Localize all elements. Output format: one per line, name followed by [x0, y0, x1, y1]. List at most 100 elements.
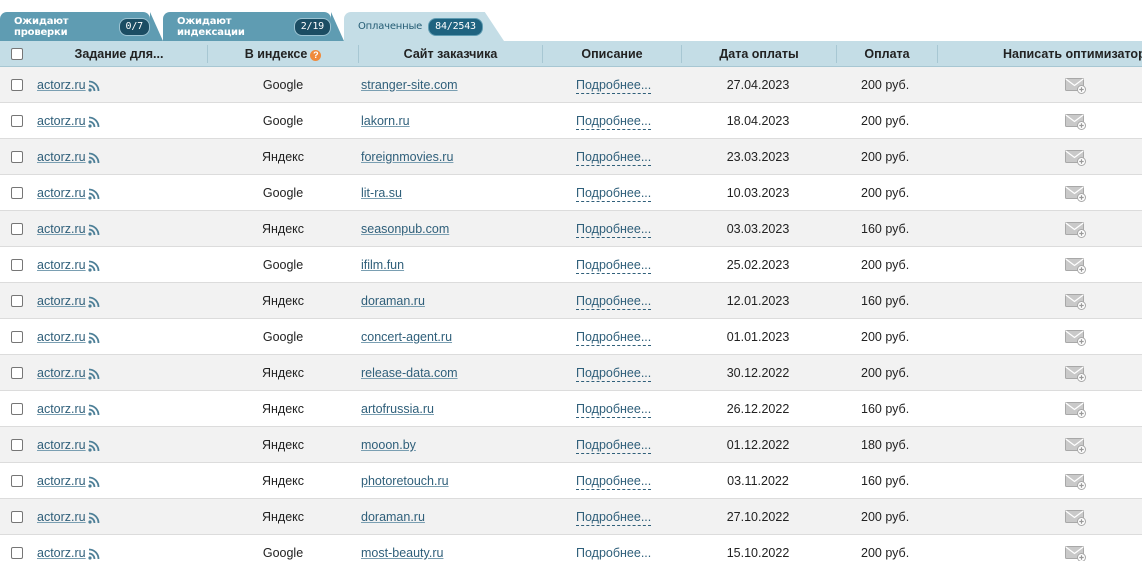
details-link[interactable]: Подробнее... — [576, 366, 652, 382]
rss-icon[interactable] — [88, 512, 101, 524]
rss-icon[interactable] — [88, 224, 101, 236]
row-checkbox[interactable] — [11, 151, 23, 163]
column-header-date[interactable]: Дата оплаты — [682, 41, 836, 67]
row-checkbox[interactable] — [11, 187, 23, 199]
help-icon[interactable]: ? — [310, 50, 322, 61]
mail-add-icon[interactable] — [1065, 402, 1087, 418]
row-checkbox[interactable] — [11, 511, 23, 523]
column-header-description[interactable]: Описание — [543, 41, 681, 67]
mail-add-icon[interactable] — [1065, 150, 1087, 166]
site-link[interactable]: doraman.ru — [361, 510, 425, 524]
rss-icon[interactable] — [88, 260, 101, 272]
task-link[interactable]: actorz.ru — [37, 294, 86, 308]
column-header-site[interactable]: Сайт заказчика — [359, 41, 542, 67]
details-link[interactable]: Подробнее... — [576, 78, 652, 94]
task-link[interactable]: actorz.ru — [37, 150, 86, 164]
mail-add-icon[interactable] — [1065, 186, 1087, 202]
row-checkbox[interactable] — [11, 367, 23, 379]
row-checkbox[interactable] — [11, 439, 23, 451]
mail-add-icon[interactable] — [1065, 438, 1087, 454]
site-link[interactable]: most-beauty.ru — [361, 546, 443, 560]
mail-add-icon[interactable] — [1065, 510, 1087, 526]
row-checkbox[interactable] — [11, 79, 23, 91]
details-link[interactable]: Подробнее... — [576, 294, 652, 310]
site-link[interactable]: lakorn.ru — [361, 114, 410, 128]
task-link[interactable]: actorz.ru — [37, 438, 86, 452]
select-all-checkbox[interactable] — [11, 48, 23, 60]
task-link[interactable]: actorz.ru — [37, 222, 86, 236]
mail-add-icon[interactable] — [1065, 474, 1087, 490]
mail-add-icon[interactable] — [1065, 258, 1087, 274]
details-link[interactable]: Подробнее... — [576, 330, 652, 346]
task-link[interactable]: actorz.ru — [37, 330, 86, 344]
rss-icon[interactable] — [88, 80, 101, 92]
rss-icon[interactable] — [88, 152, 101, 164]
task-link[interactable]: actorz.ru — [37, 474, 86, 488]
rss-icon[interactable] — [88, 116, 101, 128]
details-link[interactable]: Подробнее... — [576, 510, 652, 526]
details-link[interactable]: Подробнее... — [576, 114, 652, 130]
row-checkbox[interactable] — [11, 547, 23, 559]
rss-icon[interactable] — [88, 332, 101, 344]
row-checkbox[interactable] — [11, 115, 23, 127]
rss-icon[interactable] — [88, 188, 101, 200]
details-link[interactable]: Подробнее... — [576, 222, 652, 238]
date-cell: 30.12.2022 — [726, 366, 790, 380]
tab-paid[interactable]: Оплаченные 84/2543 — [344, 12, 504, 41]
rss-icon[interactable] — [88, 548, 101, 560]
site-link[interactable]: doraman.ru — [361, 294, 425, 308]
task-link[interactable]: actorz.ru — [37, 510, 86, 524]
task-link[interactable]: actorz.ru — [37, 114, 86, 128]
task-link[interactable]: actorz.ru — [37, 78, 86, 92]
table-header: Задание для... В индексе? Сайт заказчика… — [0, 41, 1142, 67]
details-link[interactable]: Подробнее... — [576, 546, 652, 561]
mail-add-icon[interactable] — [1065, 114, 1087, 130]
tab-awaiting-indexing[interactable]: Ожидают индексации 2/19 — [163, 12, 331, 41]
column-header-index[interactable]: В индексе? — [208, 41, 358, 67]
task-link[interactable]: actorz.ru — [37, 402, 86, 416]
column-header-payment[interactable]: Оплата — [837, 41, 937, 67]
mail-add-icon[interactable] — [1065, 546, 1087, 561]
row-checkbox[interactable] — [11, 475, 23, 487]
date-cell: 26.12.2022 — [726, 402, 790, 416]
rss-icon[interactable] — [88, 404, 101, 416]
row-checkbox[interactable] — [11, 259, 23, 271]
task-link[interactable]: actorz.ru — [37, 546, 86, 560]
details-link[interactable]: Подробнее... — [576, 186, 652, 202]
site-link[interactable]: foreignmovies.ru — [361, 150, 453, 164]
rss-icon[interactable] — [88, 440, 101, 452]
site-link[interactable]: stranger-site.com — [361, 78, 458, 92]
details-link[interactable]: Подробнее... — [576, 474, 652, 490]
rss-icon[interactable] — [88, 368, 101, 380]
details-link[interactable]: Подробнее... — [576, 258, 652, 274]
details-link[interactable]: Подробнее... — [576, 402, 652, 418]
task-link[interactable]: actorz.ru — [37, 366, 86, 380]
row-checkbox[interactable] — [11, 295, 23, 307]
mail-add-icon[interactable] — [1065, 78, 1087, 94]
mail-add-icon[interactable] — [1065, 294, 1087, 310]
site-link[interactable]: mooon.by — [361, 438, 416, 452]
tab-awaiting-review[interactable]: Ожидают проверки 0/7 — [0, 12, 150, 41]
site-link[interactable]: photoretouch.ru — [361, 474, 449, 488]
site-link[interactable]: lit-ra.su — [361, 186, 402, 200]
rss-icon[interactable] — [88, 476, 101, 488]
rss-icon[interactable] — [88, 296, 101, 308]
site-link[interactable]: release-data.com — [361, 366, 458, 380]
task-link[interactable]: actorz.ru — [37, 258, 86, 272]
row-checkbox[interactable] — [11, 223, 23, 235]
mail-add-icon[interactable] — [1065, 330, 1087, 346]
row-checkbox[interactable] — [11, 403, 23, 415]
site-link[interactable]: ifilm.fun — [361, 258, 404, 272]
task-cell: actorz.ru — [37, 283, 86, 319]
row-checkbox[interactable] — [11, 331, 23, 343]
column-header-task[interactable]: Задание для... — [30, 41, 208, 67]
details-link[interactable]: Подробнее... — [576, 438, 652, 454]
details-link[interactable]: Подробнее... — [576, 150, 652, 166]
mail-add-icon[interactable] — [1065, 222, 1087, 238]
column-header-write[interactable]: Написать оптимизатору — [1003, 41, 1142, 67]
site-link[interactable]: artofrussia.ru — [361, 402, 434, 416]
site-link[interactable]: concert-agent.ru — [361, 330, 452, 344]
site-link[interactable]: seasonpub.com — [361, 222, 449, 236]
mail-add-icon[interactable] — [1065, 366, 1087, 382]
task-link[interactable]: actorz.ru — [37, 186, 86, 200]
